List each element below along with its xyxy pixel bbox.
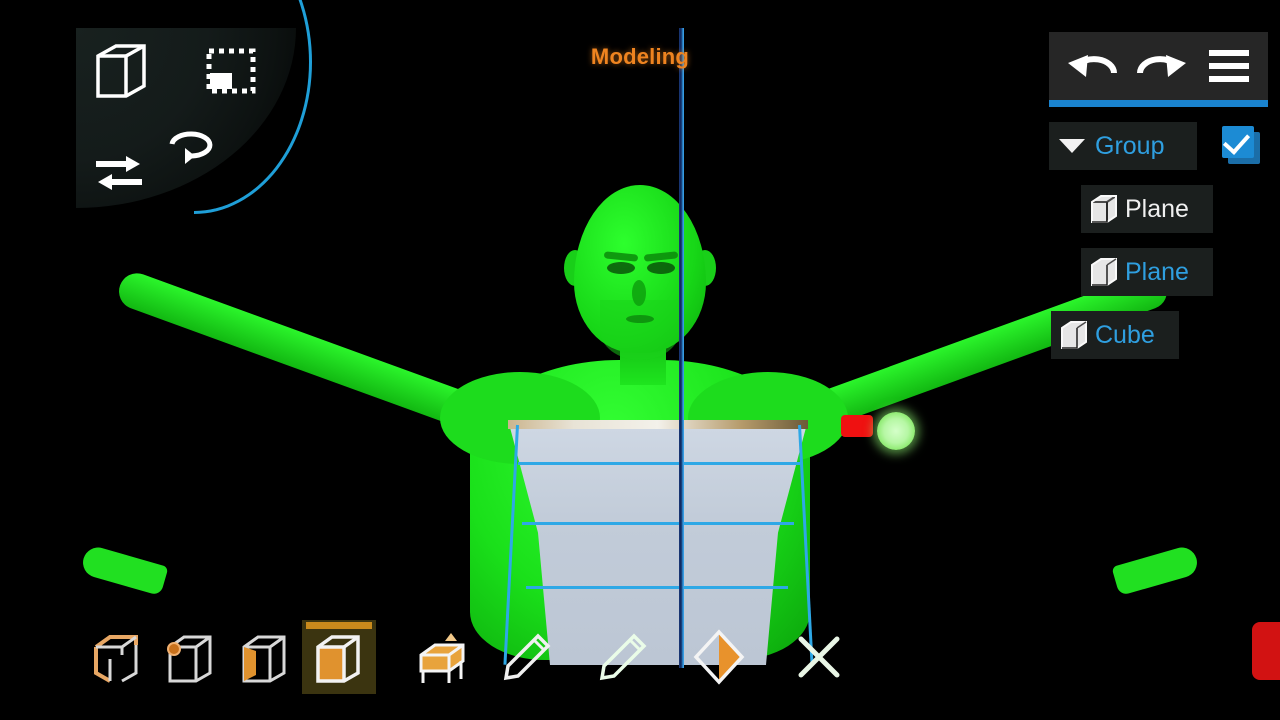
figure-jaw (600, 300, 680, 360)
cube-icon[interactable] (94, 42, 148, 100)
tool-delete[interactable] (782, 620, 856, 694)
scale-handle[interactable] (841, 415, 873, 437)
tool-object-select[interactable] (302, 620, 376, 694)
outliner-spacer (1049, 170, 1280, 185)
chevron-down-icon[interactable] (1059, 139, 1085, 153)
check-icon (1222, 127, 1251, 155)
cube-vertex-icon (162, 629, 220, 685)
pencil-green-icon (596, 630, 650, 684)
outliner-item-label: Plane (1125, 194, 1189, 223)
mesh-edge-loop-1[interactable] (518, 462, 800, 465)
cube-icon (1059, 319, 1089, 351)
tool-extrude[interactable] (404, 620, 478, 694)
figure-eye-left (607, 262, 635, 274)
app-root: Modeling Group Plane Plane Cube (0, 0, 1280, 720)
figure-eye-right (647, 262, 675, 274)
mesh-top-face[interactable] (508, 420, 808, 429)
diamond-mirror-icon (692, 628, 746, 686)
outliner-item-cube[interactable]: Cube (1051, 311, 1179, 359)
figure-mouth (626, 315, 654, 323)
cube-icon (1089, 256, 1119, 288)
bottom-toolbar (80, 620, 856, 694)
cube-edge-icon (88, 629, 146, 685)
outliner-visibility-checkbox[interactable] (1222, 126, 1262, 166)
symmetry-axis-line (679, 28, 684, 668)
figure-nose (632, 280, 646, 306)
toolbar-underline (1049, 100, 1268, 107)
tool-edge-select[interactable] (80, 620, 154, 694)
outliner-group-row[interactable]: Group (1049, 122, 1197, 170)
cube-solid-icon (310, 629, 368, 685)
pencil-icon (500, 630, 554, 684)
outliner-item-label: Plane (1125, 257, 1189, 286)
cube-icon (1089, 193, 1119, 225)
marquee-select-icon[interactable] (206, 48, 256, 94)
tool-vertex-select[interactable] (154, 620, 228, 694)
move-arrows-icon[interactable] (92, 150, 146, 194)
rotate-icon[interactable] (162, 126, 216, 170)
close-x-icon (793, 631, 845, 683)
top-toolbar (1049, 32, 1268, 100)
outliner-item-plane-1[interactable]: Plane (1081, 185, 1213, 233)
tool-symmetry[interactable] (682, 620, 756, 694)
checkbox-box (1222, 126, 1254, 158)
tool-face-select[interactable] (228, 620, 302, 694)
tool-draw[interactable] (490, 620, 564, 694)
outliner-item-plane-2[interactable]: Plane (1081, 248, 1213, 296)
move-handle[interactable] (877, 412, 915, 450)
cube-face-icon (236, 629, 294, 685)
figure-hand-right (1111, 544, 1201, 596)
outliner-item-label: Cube (1095, 320, 1155, 349)
record-button[interactable] (1252, 622, 1280, 680)
hamburger-menu-icon[interactable] (1207, 48, 1251, 84)
extrude-icon (411, 629, 471, 685)
outliner-spacer (1049, 296, 1280, 311)
mesh-edge-loop-2[interactable] (522, 522, 794, 525)
redo-icon[interactable] (1136, 47, 1188, 85)
outliner-spacer (1049, 233, 1280, 248)
undo-icon[interactable] (1066, 47, 1118, 85)
figure-hand-left (79, 544, 169, 596)
outliner-group-label: Group (1095, 131, 1165, 160)
tool-draw-green[interactable] (586, 620, 660, 694)
mesh-edge-loop-3[interactable] (526, 586, 788, 589)
